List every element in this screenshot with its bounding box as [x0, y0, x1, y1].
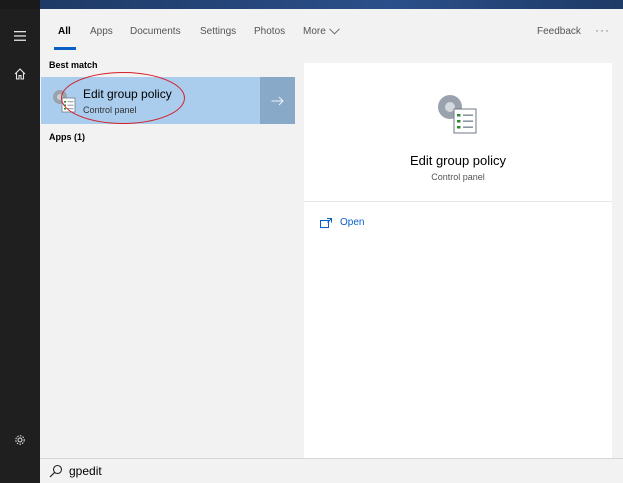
- arrow-right-icon: [271, 96, 284, 105]
- apps-heading: Apps (1): [49, 132, 85, 142]
- preview-pane: Edit group policy Control panel Open: [304, 63, 612, 458]
- more-options-button[interactable]: ···: [595, 23, 610, 37]
- home-icon: [14, 68, 26, 80]
- group-policy-icon: [53, 90, 76, 113]
- search-box[interactable]: gpedit: [40, 458, 623, 483]
- settings-button[interactable]: [0, 425, 40, 455]
- preview-title: Edit group policy: [409, 153, 507, 168]
- result-title: Edit group policy: [83, 87, 172, 101]
- tab-settings[interactable]: Settings: [200, 26, 236, 37]
- open-icon: [320, 217, 332, 228]
- start-rail: [0, 0, 40, 483]
- best-match-result[interactable]: Edit group policy Control panel: [41, 77, 295, 124]
- tab-documents[interactable]: Documents: [130, 26, 181, 37]
- preview-subtitle: Control panel: [431, 172, 485, 182]
- gear-icon: [15, 435, 25, 445]
- tab-all[interactable]: All: [58, 26, 71, 37]
- group-policy-large-icon: [438, 95, 477, 134]
- open-action-label: Open: [340, 217, 365, 228]
- open-action-button[interactable]: Open: [320, 217, 364, 228]
- feedback-link[interactable]: Feedback: [537, 26, 581, 37]
- home-button[interactable]: [0, 59, 40, 89]
- tab-more-label: More: [303, 26, 326, 37]
- search-panel: All Apps Documents Settings Photos More …: [40, 9, 623, 458]
- chevron-down-icon: [328, 28, 340, 35]
- active-tab-indicator: [54, 47, 76, 50]
- tab-more[interactable]: More: [303, 26, 340, 37]
- top-accent-strip: [40, 0, 623, 9]
- expand-result-button[interactable]: [260, 77, 295, 124]
- tab-photos[interactable]: Photos: [254, 26, 285, 37]
- hamburger-menu-button[interactable]: [0, 21, 40, 51]
- best-match-heading: Best match: [49, 60, 98, 70]
- result-subtitle: Control panel: [83, 105, 137, 115]
- rail-top-edge: [0, 0, 40, 9]
- search-tabs: All Apps Documents Settings Photos More …: [40, 9, 623, 55]
- preview-divider: [304, 201, 612, 202]
- search-icon: [49, 464, 63, 478]
- tab-apps[interactable]: Apps: [90, 26, 113, 37]
- hamburger-icon: [14, 31, 26, 41]
- search-input[interactable]: gpedit: [69, 464, 102, 478]
